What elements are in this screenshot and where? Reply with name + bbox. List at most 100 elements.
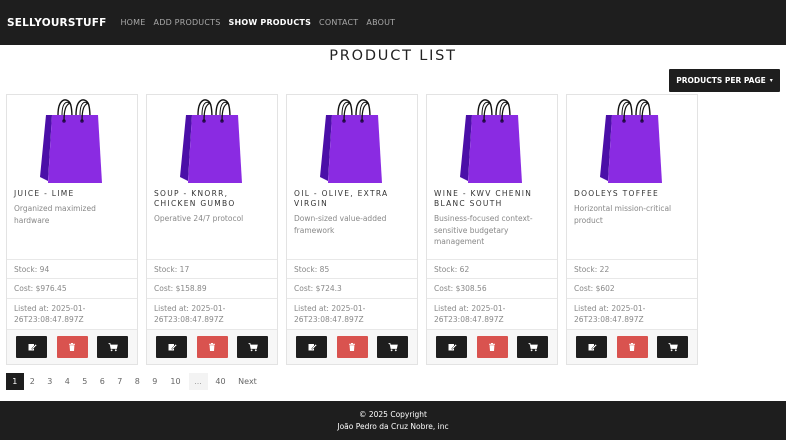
delete-button[interactable] [476, 336, 508, 358]
product-title: JUICE - LIME [14, 189, 75, 198]
product-title: OIL - OLIVE, EXTRA VIRGIN [294, 189, 389, 208]
product-card: WINE - KWV CHENIN BLANC SOUTH Business-f… [426, 94, 558, 365]
product-description: Organized maximized hardware [14, 204, 96, 225]
caret-down-icon: ▾ [769, 77, 773, 84]
product-actions [7, 329, 137, 364]
brand-logo[interactable]: SELLYOURSTUFF [7, 17, 106, 29]
page-next-link[interactable]: Next [233, 373, 263, 390]
product-listed-at: Listed at: 2025-01-26T23:08:47.897Z [427, 298, 557, 329]
trash-icon [209, 343, 215, 351]
add-to-cart-button[interactable] [657, 336, 688, 358]
trash-icon [629, 343, 635, 351]
delete-button[interactable] [336, 336, 368, 358]
footer: © 2025 Copyright João Pedro da Cruz Nobr… [0, 401, 786, 440]
add-to-cart-button[interactable] [377, 336, 408, 358]
product-actions [567, 329, 697, 364]
navbar: SELLYOURSTUFF HOME ADD PRODUCTS SHOW PRO… [0, 0, 786, 45]
edit-button[interactable] [16, 336, 47, 358]
page-link-3[interactable]: 3 [41, 373, 59, 390]
page-ellipsis: ... [188, 373, 208, 390]
delete-button[interactable] [56, 336, 88, 358]
page-link-4[interactable]: 4 [59, 373, 77, 390]
delete-button[interactable] [196, 336, 228, 358]
product-card: DOOLEYS TOFFEE Horizontal mission-critic… [566, 94, 698, 365]
shopping-bag-icon [460, 99, 522, 183]
nav-link-add-products[interactable]: ADD PRODUCTS [154, 18, 221, 27]
footer-copyright: © 2025 Copyright [358, 410, 427, 419]
shopping-bag-icon [600, 99, 662, 183]
product-cost: Cost: $158.89 [147, 278, 277, 298]
page-link-1[interactable]: 1 [6, 373, 24, 390]
edit-button[interactable] [436, 336, 467, 358]
product-grid: JUICE - LIME Organized maximized hardwar… [6, 94, 706, 365]
product-actions [147, 329, 277, 364]
product-cost: Cost: $602 [567, 278, 697, 298]
cart-icon [108, 343, 118, 352]
product-stock: Stock: 94 [7, 259, 137, 278]
nav-link-about[interactable]: ABOUT [366, 18, 395, 27]
edit-icon [448, 343, 457, 351]
product-listed-at: Listed at: 2025-01-26T23:08:47.897Z [567, 298, 697, 329]
trash-icon [69, 343, 75, 351]
product-description: Horizontal mission-critical product [574, 204, 672, 225]
add-to-cart-button[interactable] [97, 336, 128, 358]
footer-author: João Pedro da Cruz Nobre, inc [337, 422, 449, 431]
page-link-5[interactable]: 5 [76, 373, 94, 390]
page-link-2[interactable]: 2 [24, 373, 42, 390]
product-listed-at: Listed at: 2025-01-26T23:08:47.897Z [287, 298, 417, 329]
product-image [427, 95, 557, 187]
product-actions [427, 329, 557, 364]
product-title: SOUP - KNORR, CHICKEN GUMBO [154, 189, 236, 208]
product-listed-at: Listed at: 2025-01-26T23:08:47.897Z [7, 298, 137, 329]
nav-link-show-products[interactable]: SHOW PRODUCTS [229, 18, 312, 27]
page-link-8[interactable]: 8 [129, 373, 147, 390]
page-link-10[interactable]: 10 [164, 373, 188, 390]
edit-icon [168, 343, 177, 351]
cart-icon [668, 343, 678, 352]
product-cost: Cost: $724.3 [287, 278, 417, 298]
product-stock: Stock: 85 [287, 259, 417, 278]
nav-link-contact[interactable]: CONTACT [319, 18, 358, 27]
page-link-last[interactable]: 40 [209, 373, 233, 390]
edit-icon [28, 343, 37, 351]
trash-icon [349, 343, 355, 351]
add-to-cart-button[interactable] [237, 336, 268, 358]
product-image [7, 95, 137, 187]
edit-button[interactable] [576, 336, 607, 358]
product-listed-at: Listed at: 2025-01-26T23:08:47.897Z [147, 298, 277, 329]
product-actions [287, 329, 417, 364]
shopping-bag-icon [320, 99, 382, 183]
product-image [287, 95, 417, 187]
edit-icon [588, 343, 597, 351]
product-card: JUICE - LIME Organized maximized hardwar… [6, 94, 138, 365]
cart-icon [528, 343, 538, 352]
page-link-7[interactable]: 7 [111, 373, 129, 390]
product-stock: Stock: 17 [147, 259, 277, 278]
product-title: DOOLEYS TOFFEE [574, 189, 660, 198]
edit-button[interactable] [296, 336, 327, 358]
product-description: Down-sized value-added framework [294, 214, 387, 235]
shopping-bag-icon [40, 99, 102, 183]
product-stock: Stock: 22 [567, 259, 697, 278]
pagination: 1 2 3 4 5 6 7 8 9 10... 40 Next [6, 373, 263, 390]
page-link-9[interactable]: 9 [146, 373, 164, 390]
delete-button[interactable] [616, 336, 648, 358]
page-link-6[interactable]: 6 [94, 373, 112, 390]
nav-link-home[interactable]: HOME [120, 18, 145, 27]
edit-button[interactable] [156, 336, 187, 358]
product-cost: Cost: $976.45 [7, 278, 137, 298]
products-per-page-label: PRODUCTS PER PAGE [676, 76, 766, 85]
product-title: WINE - KWV CHENIN BLANC SOUTH [434, 189, 533, 208]
product-description: Business-focused context-sensitive budge… [434, 214, 533, 246]
product-description: Operative 24/7 protocol [154, 214, 244, 223]
page-title: PRODUCT LIST [329, 48, 457, 64]
cart-icon [388, 343, 398, 352]
product-card: SOUP - KNORR, CHICKEN GUMBO Operative 24… [146, 94, 278, 365]
products-per-page-dropdown[interactable]: PRODUCTS PER PAGE ▾ [669, 69, 780, 92]
product-cost: Cost: $308.56 [427, 278, 557, 298]
product-stock: Stock: 62 [427, 259, 557, 278]
trash-icon [489, 343, 495, 351]
shopping-bag-icon [180, 99, 242, 183]
add-to-cart-button[interactable] [517, 336, 548, 358]
edit-icon [308, 343, 317, 351]
